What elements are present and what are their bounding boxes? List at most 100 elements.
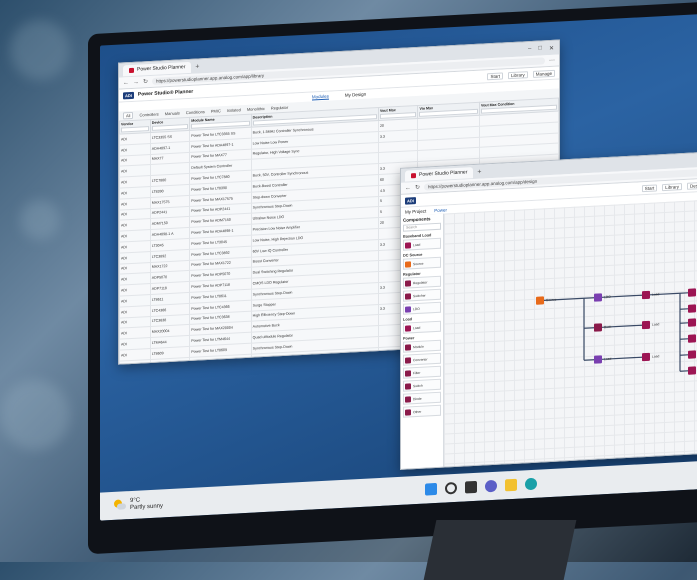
- wire-layer: [444, 200, 697, 467]
- palette-item-label: Switcher: [413, 293, 426, 298]
- desktop-screen: Power Studio Planner + – □ ✕ ← → ↻ https…: [100, 14, 697, 520]
- tab-modules[interactable]: Modules: [312, 93, 329, 100]
- monitor-stand: [424, 520, 577, 580]
- palette-item-label: Filter: [413, 370, 420, 374]
- chat-icon[interactable]: [485, 480, 497, 493]
- weather-widget[interactable]: 9°C Partly sunny: [114, 496, 163, 513]
- filter-manuals[interactable]: Manuals: [165, 110, 180, 116]
- start-button[interactable]: Start: [642, 184, 658, 192]
- design-button[interactable]: Design: [687, 181, 697, 189]
- palette-item[interactable]: Other: [403, 405, 441, 418]
- filter-pmic[interactable]: PMIC: [211, 108, 221, 114]
- filter-controllers[interactable]: Controllers: [139, 112, 158, 118]
- start-icon[interactable]: [425, 483, 437, 496]
- power-node[interactable]: Load: [688, 350, 697, 359]
- power-menu[interactable]: Power: [434, 207, 447, 213]
- power-node[interactable]: Load: [688, 366, 697, 375]
- palette-item[interactable]: Module: [403, 340, 441, 353]
- palette-item[interactable]: Source: [403, 257, 441, 270]
- power-node[interactable]: Load: [642, 320, 659, 329]
- node-load-icon: [688, 288, 696, 296]
- node-load-icon: [688, 334, 696, 342]
- design-canvas[interactable]: Source LDO Buck Load Load Load Load Load Load Loa…: [444, 200, 697, 467]
- library-button[interactable]: Library: [508, 71, 528, 79]
- connection-wire: [584, 328, 594, 329]
- back-icon[interactable]: ←: [123, 80, 129, 86]
- palette-item[interactable]: Converter: [403, 353, 441, 366]
- table-cell: ADI: [120, 359, 151, 364]
- tab-my-design[interactable]: My Design: [345, 92, 366, 98]
- reload-icon[interactable]: ↻: [143, 78, 148, 85]
- power-node[interactable]: Load: [688, 334, 697, 343]
- palette-item[interactable]: Load: [403, 321, 441, 334]
- taskbar-apps: [425, 478, 537, 496]
- edge-browser-icon[interactable]: [525, 478, 537, 491]
- filter-conditions[interactable]: Conditions: [186, 109, 205, 115]
- power-node[interactable]: Load: [688, 288, 697, 297]
- palette-item-label: Regulator: [413, 280, 427, 285]
- palette-item[interactable]: Regulator: [403, 276, 441, 289]
- power-node[interactable]: Source: [536, 296, 556, 305]
- project-menu[interactable]: My Project: [405, 208, 426, 214]
- library-button[interactable]: Library: [662, 183, 682, 191]
- filter-regulator[interactable]: Regulator: [271, 105, 288, 111]
- maximize-icon[interactable]: □: [538, 45, 542, 52]
- palette-search-input[interactable]: Search: [403, 223, 441, 232]
- back-icon[interactable]: ←: [405, 185, 411, 191]
- power-node[interactable]: Load: [688, 304, 697, 313]
- palette-item[interactable]: LDO: [403, 302, 441, 315]
- node-load-icon: [688, 304, 696, 312]
- close-icon[interactable]: ✕: [549, 44, 554, 51]
- file-explorer-icon[interactable]: [505, 479, 517, 492]
- node-load-icon: [688, 366, 696, 374]
- palette-item-label: Load: [413, 325, 420, 329]
- column-filter-input[interactable]: [121, 126, 149, 132]
- palette-item-label: Source: [413, 261, 423, 266]
- start-button[interactable]: Start: [487, 72, 503, 80]
- component-chip-icon: [405, 344, 411, 350]
- node-load-icon: [642, 321, 650, 329]
- new-tab-icon[interactable]: +: [477, 168, 481, 175]
- palette-item[interactable]: Diode: [403, 392, 441, 405]
- palette-item[interactable]: Switcher: [403, 289, 441, 302]
- filter-isolated[interactable]: Isolated: [227, 107, 241, 113]
- component-palette: Components Search Baseband LoadLoadDC So…: [401, 214, 444, 469]
- minimize-icon[interactable]: –: [528, 46, 531, 53]
- palette-item[interactable]: Load: [403, 238, 441, 251]
- manage-button[interactable]: Manage: [533, 69, 555, 77]
- search-icon[interactable]: [445, 482, 457, 495]
- node-label: Buck: [604, 325, 611, 329]
- component-chip-icon: [405, 242, 411, 248]
- node-label: Load: [652, 354, 659, 358]
- power-node[interactable]: Load: [642, 352, 659, 361]
- connection-wire: [584, 360, 594, 361]
- filter-all[interactable]: All: [123, 112, 133, 120]
- partly-sunny-icon: [114, 499, 126, 512]
- forward-icon[interactable]: →: [133, 79, 139, 85]
- palette-item-label: Module: [413, 344, 424, 349]
- power-node[interactable]: LDO: [594, 293, 611, 302]
- component-chip-icon: [405, 325, 411, 331]
- palette-item[interactable]: Filter: [403, 366, 441, 379]
- task-view-icon[interactable]: [465, 481, 477, 494]
- extensions-icon[interactable]: ⋯: [549, 57, 555, 64]
- reload-icon[interactable]: ↻: [415, 184, 420, 191]
- power-node[interactable]: Load: [642, 290, 659, 299]
- node-ldo-icon: [594, 355, 602, 363]
- connection-wire: [584, 298, 594, 299]
- component-chip-icon: [405, 383, 411, 389]
- component-chip-icon: [405, 280, 411, 286]
- node-regulator-icon: [594, 323, 602, 331]
- power-node[interactable]: Load: [688, 318, 697, 327]
- node-source-icon: [536, 296, 544, 304]
- power-node[interactable]: Load: [594, 355, 611, 364]
- node-label: Load: [652, 292, 659, 296]
- component-chip-icon: [405, 261, 411, 267]
- node-load-icon: [642, 291, 650, 299]
- new-tab-icon[interactable]: +: [195, 63, 199, 70]
- filter-monolithic[interactable]: Monolithic: [247, 106, 265, 112]
- power-node[interactable]: Buck: [594, 323, 611, 332]
- palette-item[interactable]: Switch: [403, 379, 441, 392]
- background-light: [0, 380, 70, 450]
- component-chip-icon: [405, 293, 411, 299]
